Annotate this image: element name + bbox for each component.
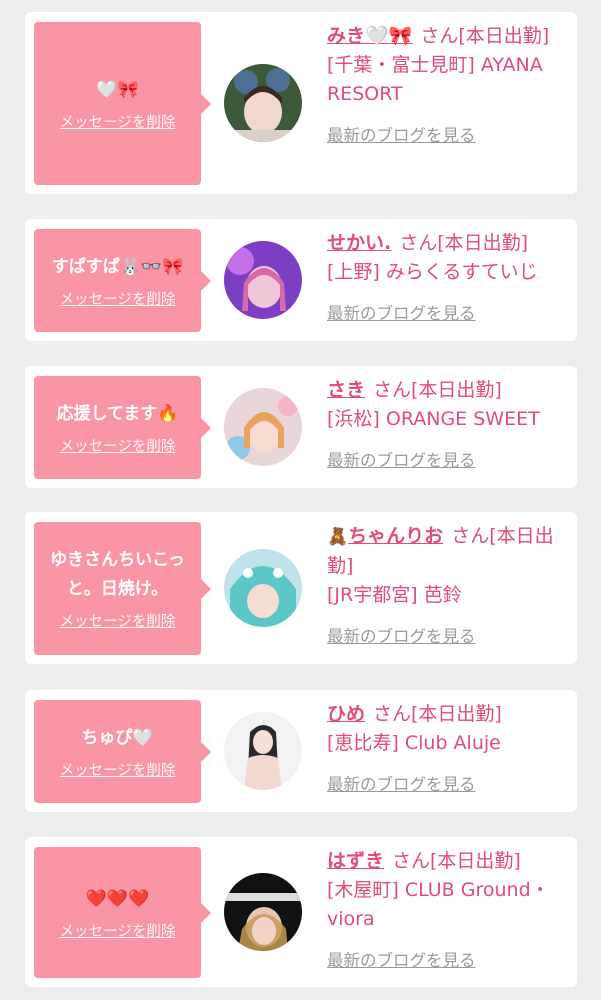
avatar-photo: [224, 873, 302, 951]
cast-info: みき🤍🎀 さん[本日出勤] [千葉・富士見町] AYANA RESORT 最新のブ…: [327, 22, 567, 146]
cast-name-link[interactable]: さき: [327, 379, 365, 401]
delete-message-link[interactable]: メッセージを削除: [60, 610, 176, 631]
message-card: 🤍🎀 メッセージを削除 みき🤍🎀 さん[本日出勤] [千葉・富士見町] AYANA…: [25, 12, 577, 194]
delete-message-link[interactable]: メッセージを削除: [60, 111, 176, 132]
latest-blog-link[interactable]: 最新のブログを見る: [327, 447, 476, 471]
avatar-photo: [224, 549, 302, 627]
message-card: すぱすぱ🐰👓🎀 メッセージを削除 せかい. さん[本日出勤] [上野] みらくるす…: [25, 219, 577, 341]
cast-info: はずき さん[本日出勤] [木屋町] CLUB Ground・viora 最新のブ…: [327, 847, 567, 971]
cast-location: [浜松] ORANGE SWEET: [327, 408, 540, 430]
delete-message-link[interactable]: メッセージを削除: [60, 759, 176, 780]
cast-status: さん[本日出勤]: [420, 25, 550, 47]
cast-name-link[interactable]: はずき: [327, 850, 384, 872]
latest-blog-link[interactable]: 最新のブログを見る: [327, 300, 476, 324]
cast-name-link[interactable]: せかい.: [327, 232, 391, 254]
message-bubble: 🤍🎀 メッセージを削除: [34, 22, 211, 185]
latest-blog-link[interactable]: 最新のブログを見る: [327, 947, 476, 971]
cast-status: さん[本日出勤]: [392, 850, 521, 872]
message-text: 🤍🎀: [96, 79, 139, 100]
cast-status: さん[本日出勤]: [373, 703, 502, 725]
message-text: ❤️❤️❤️: [85, 888, 150, 909]
latest-blog-link[interactable]: 最新のブログを見る: [327, 771, 476, 795]
message-bubble: 応援してます🔥 メッセージを削除: [34, 376, 211, 479]
delete-message-link[interactable]: メッセージを削除: [60, 435, 176, 456]
cast-location: [JR宇都宮] 芭鈴: [327, 584, 462, 606]
message-list: 🤍🎀 メッセージを削除 みき🤍🎀 さん[本日出勤] [千葉・富士見町] AYANA…: [0, 0, 601, 1000]
avatar-photo: [224, 241, 302, 319]
message-bubble: ちゅぴ🤍 メッセージを削除: [34, 700, 211, 803]
cast-location: [千葉・富士見町] AYANA RESORT: [327, 54, 543, 105]
message-card: ゆきさんちいこっと。日焼け。 メッセージを削除 🧸ちゃんりお さん[本日出勤] […: [25, 512, 577, 664]
delete-message-link[interactable]: メッセージを削除: [60, 288, 176, 309]
message-text: 応援してます🔥: [56, 403, 179, 424]
cast-info: さき さん[本日出勤] [浜松] ORANGE SWEET 最新のブログを見る: [327, 376, 567, 471]
avatar[interactable]: [224, 549, 302, 627]
message-card: ❤️❤️❤️ メッセージを削除 はずき さん[本日出勤] [木屋町] CLUB G…: [25, 837, 577, 987]
message-bubble: ゆきさんちいこっと。日焼け。 メッセージを削除: [34, 522, 211, 655]
cast-location: [木屋町] CLUB Ground・viora: [327, 879, 550, 930]
delete-message-link[interactable]: メッセージを削除: [60, 920, 176, 941]
message-text: ゆきさんちいこっと。日焼け。: [50, 550, 185, 599]
avatar[interactable]: [224, 388, 302, 466]
cast-status: さん[本日出勤]: [399, 232, 529, 254]
message-text: すぱすぱ🐰👓🎀: [51, 256, 184, 277]
avatar[interactable]: [224, 64, 302, 142]
cast-info: ひめ さん[本日出勤] [恵比寿] Club Aluje 最新のブログを見る: [327, 700, 567, 795]
cast-info: せかい. さん[本日出勤] [上野] みらくるすていじ 最新のブログを見る: [327, 229, 567, 324]
message-card: 応援してます🔥 メッセージを削除 さき さん[本日出勤] [浜松] ORANGE …: [25, 366, 577, 488]
cast-name-link[interactable]: みき🤍🎀: [327, 25, 412, 47]
avatar-photo: [224, 712, 302, 790]
cast-status: さん[本日出勤]: [373, 379, 502, 401]
cast-info: 🧸ちゃんりお さん[本日出勤] [JR宇都宮] 芭鈴 最新のブログを見る: [327, 522, 567, 647]
avatar-photo: [224, 64, 302, 142]
avatar[interactable]: [224, 712, 302, 790]
latest-blog-link[interactable]: 最新のブログを見る: [327, 122, 476, 146]
avatar[interactable]: [224, 241, 302, 319]
avatar-photo: [224, 388, 302, 466]
cast-location: [上野] みらくるすていじ: [327, 261, 538, 283]
cast-name-link[interactable]: ひめ: [327, 703, 365, 725]
message-text: ちゅぴ🤍: [81, 727, 154, 748]
avatar[interactable]: [224, 873, 302, 951]
latest-blog-link[interactable]: 最新のブログを見る: [327, 623, 476, 647]
cast-location: [恵比寿] Club Aluje: [327, 732, 501, 754]
message-bubble: すぱすぱ🐰👓🎀 メッセージを削除: [34, 229, 211, 332]
message-card: ちゅぴ🤍 メッセージを削除 ひめ さん[本日出勤] [恵比寿] Club Aluj…: [25, 690, 577, 812]
bear-icon: 🧸: [327, 527, 349, 547]
cast-name-link[interactable]: ちゃんりお: [348, 525, 443, 547]
message-bubble: ❤️❤️❤️ メッセージを削除: [34, 847, 211, 978]
